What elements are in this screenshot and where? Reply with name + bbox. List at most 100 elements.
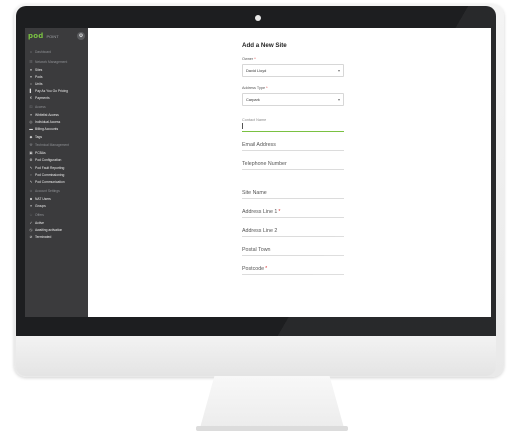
contact-name-input[interactable] (242, 122, 344, 132)
wrench-icon: ⚒ (29, 143, 33, 148)
currency-icon: € (30, 96, 32, 101)
owner-value: David Lloyd (246, 68, 267, 73)
network-icon: ☷ (29, 59, 33, 64)
card-icon: ▬ (29, 127, 33, 132)
address-line-1-placeholder: Address Line 1 (242, 209, 278, 215)
chevron-down-icon: ▾ (337, 68, 340, 73)
address-line-1-input[interactable]: Address Line 1* (242, 207, 344, 218)
sidebar-item-billing-accounts[interactable]: ▬ Billing Accounts (25, 126, 88, 133)
sidebar-item-terminated[interactable]: ⊘ Terminated (25, 233, 88, 240)
star-icon: ☆ (29, 212, 33, 217)
clock-icon: ◷ (29, 227, 33, 232)
gear-icon: ⚙ (29, 158, 33, 163)
required-mark: * (266, 86, 268, 90)
sidebar-item-active[interactable]: ✓ Active (25, 219, 88, 226)
key-icon: ⚿ (29, 105, 33, 110)
sidebar-item-label: Network Management (35, 59, 68, 64)
brand-logo[interactable]: pod (28, 32, 43, 40)
sidebar-item-sites[interactable]: ● Sites (25, 66, 88, 73)
sidebar-item-offers[interactable]: ☆ Offers (25, 211, 88, 220)
tag-icon: ◆ (29, 134, 33, 139)
owner-label: Owner* (242, 57, 344, 61)
sidebar-item-nat-users[interactable]: ☻ NAT Users (25, 195, 88, 202)
address-type-label: Address Type* (242, 86, 344, 90)
monitor-chin (16, 336, 496, 376)
owner-select[interactable]: David Lloyd ▾ (242, 64, 344, 77)
chip-icon: ▣ (29, 151, 33, 156)
sidebar-item-units[interactable]: ○ Units (25, 80, 88, 87)
postcode-input[interactable]: Postcode* (242, 264, 344, 275)
monitor-stand (200, 376, 344, 428)
user-icon: ☺ (29, 188, 33, 193)
address-type-select[interactable]: Carpark ▾ (242, 93, 344, 106)
sidebar-item-whitelist-access[interactable]: ≡ Whitelist Access (25, 111, 88, 118)
list-icon: ≡ (29, 203, 33, 208)
sidebar-item-label: Groups (35, 203, 46, 208)
email-field[interactable]: Email Address (242, 140, 344, 151)
globe-icon: ● (29, 67, 33, 72)
sidebar-menu: ⌂ Dashboard ☷ Network Management ● Sites ▾ Pods… (25, 44, 88, 241)
sidebar-item-label: Pay As You Go Pricing (35, 89, 68, 94)
pin-icon: ▾ (30, 74, 32, 79)
list-icon: ≡ (29, 113, 33, 118)
sidebar-item-payments[interactable]: € Payments (25, 95, 88, 102)
bolt-icon: ϟ (30, 180, 32, 185)
telephone-field[interactable]: Telephone Number (242, 159, 344, 170)
email-input[interactable]: Email Address (242, 140, 344, 151)
bolt-icon: ϟ (30, 165, 32, 170)
sidebar-item-groups[interactable]: ≡ Groups (25, 202, 88, 209)
sidebar-item-label: Access (35, 105, 46, 110)
sidebar-item-pod-fault-reporting[interactable]: ϟ Pod Fault Reporting (25, 164, 88, 171)
sidebar-item-individual-access[interactable]: ◎ Individual Access (25, 119, 88, 126)
home-icon: ⌂ (29, 50, 33, 55)
postcode-field[interactable]: Postcode* (242, 264, 344, 275)
postal-town-input[interactable]: Postal Town (242, 245, 344, 256)
sidebar-item-pod-configuration[interactable]: ⚙ Pod Configuration (25, 157, 88, 164)
ring-icon: ◌ (29, 172, 33, 177)
sidebar-item-access[interactable]: ⚿ Access (25, 103, 88, 112)
screen: pod POINT ⚙ ⌂ Dashboard ☷ Network Managemen… (25, 28, 491, 317)
add-site-form: Add a New Site Owner* David Lloyd ▾ Addr… (242, 42, 344, 275)
sidebar-item-pod-communication[interactable]: ϟ Pod Communication (25, 178, 88, 185)
sidebar-item-awaiting-activation[interactable]: ◷ Awaiting activation (25, 226, 88, 233)
required-mark: * (254, 57, 256, 61)
sidebar-item-tags[interactable]: ◆ Tags (25, 133, 88, 140)
sidebar-item-label: Account Settings (35, 188, 60, 193)
sidebar-item-label: NAT Users (35, 196, 51, 201)
sidebar-item-label: Individual Access (35, 120, 61, 125)
required-mark: * (265, 266, 268, 272)
address-line-1-field[interactable]: Address Line 1* (242, 207, 344, 218)
sidebar-item-pay-as-you-go-pricing[interactable]: ▌ Pay As You Go Pricing (25, 88, 88, 95)
sidebar-item-pod-commissioning[interactable]: ◌ Pod Commissioning (25, 171, 88, 178)
required-mark: * (278, 209, 281, 215)
users-icon: ☻ (29, 196, 33, 201)
sidebar-item-dashboard[interactable]: ⌂ Dashboard (25, 48, 88, 57)
check-circle-icon: ✓ (29, 220, 33, 225)
sidebar-item-pods[interactable]: ▾ Pods (25, 73, 88, 80)
gear-icon[interactable]: ⚙ (77, 32, 85, 40)
sidebar-item-label: Offers (35, 212, 44, 217)
ban-icon: ⊘ (29, 234, 33, 239)
address-line-2-field[interactable]: Address Line 2 (242, 226, 344, 237)
site-name-field[interactable]: Site Name (242, 188, 344, 199)
postal-town-field[interactable]: Postal Town (242, 245, 344, 256)
page-title: Add a New Site (242, 42, 287, 49)
circle-icon: ○ (29, 81, 33, 86)
sidebar-item-label: Sites (35, 67, 43, 72)
chevron-down-icon: ▾ (337, 97, 340, 102)
telephone-input[interactable]: Telephone Number (242, 159, 344, 170)
sidebar-item-account-settings[interactable]: ☺ Account Settings (25, 187, 88, 196)
contact-name-field[interactable]: Contact Name (242, 118, 344, 132)
site-name-input[interactable]: Site Name (242, 188, 344, 199)
sidebar-item-label: Pod Commissioning (35, 172, 65, 177)
postcode-placeholder: Postcode (242, 266, 265, 272)
sidebar-item-label: Pod Configuration (35, 158, 62, 163)
sidebar-item-pcbas[interactable]: ▣ PCBAs (25, 150, 88, 157)
owner-label-text: Owner (242, 57, 254, 61)
main-content: Add a New Site Owner* David Lloyd ▾ Addr… (88, 28, 491, 317)
sidebar-item-network-management[interactable]: ☷ Network Management (25, 58, 88, 67)
address-line-2-input[interactable]: Address Line 2 (242, 226, 344, 237)
sidebar-item-label: Dashboard (35, 50, 52, 55)
sidebar-item-technical-management[interactable]: ⚒ Technical Management (25, 141, 88, 150)
